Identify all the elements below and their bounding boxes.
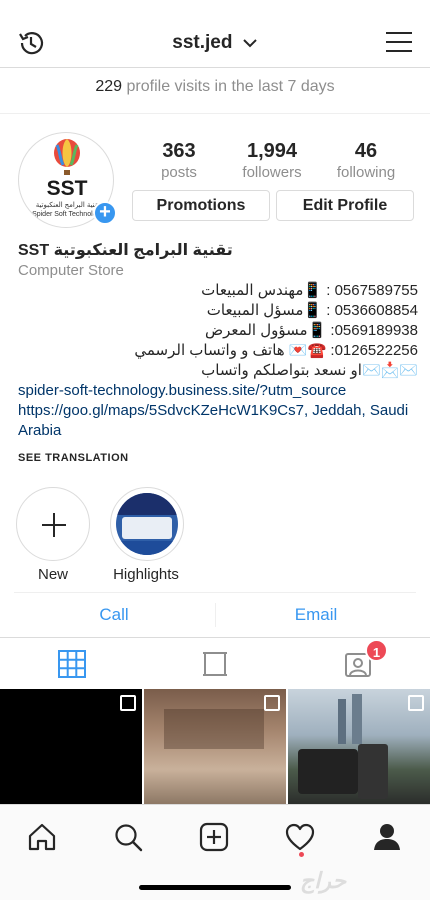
see-translation-link[interactable]: SEE TRANSLATION: [18, 452, 129, 464]
account-switcher[interactable]: sst.jed: [0, 32, 430, 54]
edit-profile-button[interactable]: Edit Profile: [276, 190, 414, 221]
home-indicator[interactable]: [139, 885, 291, 890]
bio-line: 0536608854 : 📱مسؤل المبيعات: [206, 302, 418, 319]
multiple-photos-icon: [264, 695, 280, 711]
post-thumbnail[interactable]: [144, 689, 286, 804]
followers-label: followers: [242, 164, 302, 181]
posts-label: posts: [161, 164, 197, 181]
following-stat[interactable]: 46 following: [326, 140, 406, 181]
feed-icon[interactable]: [201, 650, 229, 678]
followers-stat[interactable]: 1,994 followers: [232, 140, 312, 181]
multiple-photos-icon: [120, 695, 136, 711]
home-icon[interactable]: [27, 822, 57, 852]
profile-name: تقنية البرامج العنكبوتية SST: [18, 242, 233, 259]
highlight-cover: [110, 487, 184, 561]
following-label: following: [336, 164, 396, 181]
highlight-thumbnail: [116, 493, 178, 555]
bio-line: 0569189938: 📱مسؤول المعرض: [205, 322, 418, 339]
divider: [0, 113, 430, 114]
followers-count: 1,994: [246, 140, 298, 162]
bio-line: ✉️📩✉️او نسعد بتواصلكم واتساب: [201, 362, 418, 379]
multiple-photos-icon: [408, 695, 424, 711]
username: sst.jed: [172, 32, 233, 53]
promotions-button[interactable]: Promotions: [132, 190, 270, 221]
profile-icon[interactable]: [372, 822, 402, 852]
watermark-logo: حراج: [300, 868, 347, 893]
bio-line: 0567589755 : 📱مهندس المبيعات: [201, 282, 418, 299]
new-highlight-label: New: [37, 566, 68, 583]
logo-text: SST: [46, 177, 88, 200]
add-story-button[interactable]: +: [93, 201, 117, 225]
menu-icon[interactable]: [386, 31, 412, 53]
new-highlight-circle: [16, 487, 90, 561]
contact-actions: Call Email: [14, 592, 416, 636]
email-button[interactable]: Email: [216, 605, 416, 625]
visits-count: 229: [95, 78, 123, 95]
map-link[interactable]: https://goo.gl/maps/5SdvcKZeHcW1K9Cs7, J…: [18, 401, 418, 421]
top-bar: sst.jed: [0, 0, 430, 68]
profile-visits-insight[interactable]: 229 profile visits in the last 7 days: [0, 78, 430, 96]
activity-dot: [299, 852, 304, 857]
search-icon[interactable]: [113, 822, 143, 852]
following-count: 46: [354, 140, 378, 162]
profile-bio: تقنية البرامج العنكبوتية SST Computer St…: [18, 241, 418, 441]
post-thumbnail[interactable]: [288, 689, 430, 804]
posts-stat[interactable]: 363 posts: [139, 140, 219, 181]
post-thumbnail[interactable]: [0, 689, 142, 804]
balloon-logo-icon: [54, 139, 80, 175]
new-post-icon[interactable]: [199, 822, 229, 852]
posts-grid: [0, 689, 430, 804]
visits-text: profile visits in the last 7 days: [122, 78, 335, 95]
call-button[interactable]: Call: [14, 605, 214, 625]
chevron-down-icon: [243, 39, 257, 48]
highlights-story[interactable]: Highlights: [110, 487, 184, 583]
bio-line: 0126522256: ☎️💌 هاتف و واتساب الرسمي: [134, 342, 418, 359]
map-link-continued[interactable]: Arabia: [18, 421, 418, 441]
plus-icon-bar: [42, 524, 66, 526]
new-highlight[interactable]: New: [16, 487, 90, 583]
website-link[interactable]: spider-soft-technology.business.site/?ut…: [18, 381, 418, 401]
tagged-badge: 1: [365, 639, 388, 662]
posts-count: 363: [162, 140, 196, 162]
profile-category: Computer Store: [18, 262, 124, 279]
heart-icon[interactable]: [285, 822, 315, 852]
grid-icon[interactable]: [58, 650, 86, 678]
highlights-label: Highlights: [113, 566, 179, 583]
